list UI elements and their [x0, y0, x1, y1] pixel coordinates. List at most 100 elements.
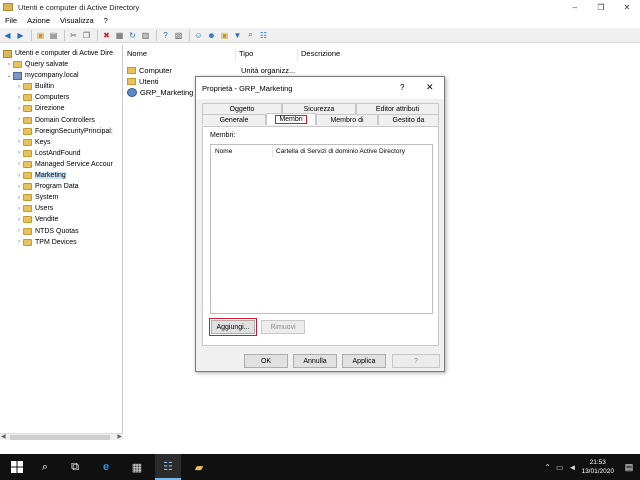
up-folder-icon[interactable]: ▣	[35, 30, 46, 41]
chevron-right-icon[interactable]: ›	[15, 239, 23, 245]
chevron-right-icon[interactable]: ›	[15, 117, 23, 123]
add-to-group-icon[interactable]: ☷	[258, 30, 269, 41]
tree-item[interactable]: › Users	[15, 203, 53, 214]
list-item[interactable]: GRP_Marketing	[127, 87, 193, 98]
tree-item[interactable]: › ForeignSecurityPrincipal:	[15, 126, 113, 137]
tree-item[interactable]: › Direzione	[15, 103, 65, 114]
tree-item[interactable]: › Managed Service Accour	[15, 159, 113, 170]
export-icon[interactable]: ▥	[140, 30, 151, 41]
edge-browser-icon[interactable]: e	[93, 454, 119, 480]
dialog-close-icon[interactable]: ✕	[426, 82, 434, 93]
tree-item[interactable]: › Program Data	[15, 181, 79, 192]
tree-item[interactable]: › Keys	[15, 137, 51, 148]
add-member-button[interactable]: Aggiungi...	[209, 318, 257, 336]
ok-button[interactable]: OK	[244, 354, 288, 368]
chevron-right-icon[interactable]: ›	[15, 95, 23, 101]
chevron-right-icon[interactable]: ›	[15, 195, 23, 201]
task-view-icon[interactable]: ⧉	[62, 454, 88, 480]
ad-users-computers-taskbar-icon[interactable]: ☷	[155, 454, 181, 480]
cut-icon[interactable]: ✂	[68, 30, 79, 41]
tree-item[interactable]: › Marketing	[15, 170, 66, 181]
members-column-nome[interactable]: Nome	[215, 148, 232, 155]
scrollbar-thumb[interactable]	[10, 435, 110, 440]
properties-icon[interactable]: ▦	[114, 30, 125, 41]
list-item[interactable]: Utenti	[127, 76, 159, 87]
chevron-right-icon[interactable]: ›	[15, 161, 23, 167]
file-explorer-icon[interactable]: ▰	[186, 454, 212, 480]
refresh-icon[interactable]: ↻	[127, 30, 138, 41]
help-button[interactable]: ?	[392, 354, 440, 368]
tree-item[interactable]: › Domain Controllers	[15, 115, 95, 126]
view-icon[interactable]: ▧	[173, 30, 184, 41]
new-ou-icon[interactable]: ▣	[219, 30, 230, 41]
chevron-down-icon[interactable]: ⌄	[5, 72, 13, 79]
filter-icon[interactable]: ▼	[232, 30, 243, 41]
chevron-right-icon[interactable]: ›	[15, 128, 23, 134]
tab-editor-attributi[interactable]: Editor attributi	[356, 103, 439, 114]
chevron-right-icon[interactable]: ›	[15, 150, 23, 156]
scroll-left-icon[interactable]: ◀	[1, 433, 6, 440]
chevron-right-icon[interactable]: ›	[15, 228, 23, 234]
close-window-button[interactable]: ✕	[614, 0, 640, 14]
chevron-right-icon[interactable]: ›	[15, 184, 23, 190]
tab-gestito-da[interactable]: Gestito da	[378, 114, 439, 125]
tree-horizontal-scrollbar[interactable]: ◀ ▶	[0, 433, 123, 440]
tree-item[interactable]: › NTDS Quotas	[15, 226, 79, 237]
chevron-right-icon[interactable]: ›	[15, 206, 23, 212]
dialog-help-icon[interactable]: ?	[400, 83, 404, 92]
forward-icon[interactable]: ▶	[15, 30, 26, 41]
tree-item[interactable]: ⌄ mycompany.local	[5, 70, 79, 81]
menu-help[interactable]: ?	[99, 16, 113, 25]
minimize-button[interactable]: –	[562, 0, 588, 14]
menu-file[interactable]: File	[0, 16, 22, 25]
menu-visualizza[interactable]: Visualizza	[55, 16, 99, 25]
cancel-button[interactable]: Annulla	[293, 354, 337, 368]
restore-button[interactable]: ❐	[588, 0, 614, 14]
chevron-right-icon[interactable]: ›	[15, 173, 23, 179]
column-divider[interactable]	[272, 146, 273, 157]
notifications-icon[interactable]: ▤	[622, 460, 636, 474]
server-manager-icon[interactable]: ▦	[124, 454, 150, 480]
scroll-right-icon[interactable]: ▶	[117, 433, 122, 440]
tab-membri[interactable]: Membri	[266, 113, 316, 125]
tree-item[interactable]: › TPM Devices	[15, 237, 77, 248]
tree-item[interactable]: › Builtin	[15, 81, 54, 92]
column-descrizione[interactable]: Descrizione	[298, 49, 378, 61]
tree-item[interactable]: › Query salvate	[5, 59, 68, 70]
back-icon[interactable]: ◀	[2, 30, 13, 41]
find-icon[interactable]: ⌕	[245, 30, 256, 41]
delete-icon[interactable]: ✖	[101, 30, 112, 41]
tree-item[interactable]: › LostAndFound	[15, 148, 81, 159]
help-icon[interactable]: ?	[160, 30, 171, 41]
menu-azione[interactable]: Azione	[22, 16, 55, 25]
chevron-right-icon[interactable]: ›	[15, 106, 23, 112]
members-list[interactable]: Nome Cartella di Servizi di dominio Acti…	[210, 144, 433, 314]
network-icon[interactable]: ▭	[556, 463, 564, 472]
copy-icon[interactable]: ❐	[81, 30, 92, 41]
tab-membro-di[interactable]: Membro di	[316, 114, 378, 125]
column-nome[interactable]: Nome	[124, 49, 236, 61]
tree-item[interactable]: › System	[15, 192, 58, 203]
apply-button[interactable]: Applica	[342, 354, 386, 368]
chevron-right-icon[interactable]: ›	[15, 139, 23, 145]
tab-generale[interactable]: Generale	[202, 114, 266, 125]
windows-start-icon[interactable]	[4, 454, 30, 480]
chevron-right-icon[interactable]: ›	[15, 84, 23, 90]
column-tipo[interactable]: Tipo	[236, 49, 298, 61]
new-user-icon[interactable]: ☺	[193, 30, 204, 41]
console-tree-icon[interactable]: ▤	[48, 30, 59, 41]
volume-icon[interactable]: ◄	[569, 463, 577, 472]
list-item[interactable]: Computer Unità organizz...	[127, 65, 295, 76]
clock[interactable]: 21:53 13/01/2020	[581, 458, 614, 476]
remove-member-button[interactable]: Rimuovi	[261, 320, 305, 334]
tree-root[interactable]: Utenti e computer di Active Dire	[3, 48, 113, 59]
tree-item[interactable]: › Vendite	[15, 214, 58, 225]
chevron-up-icon[interactable]: ⌃	[544, 463, 551, 472]
search-icon[interactable]: ⌕	[32, 454, 58, 480]
members-column-cartella[interactable]: Cartella di Servizi di dominio Active Di…	[276, 148, 405, 155]
new-group-icon[interactable]: ☻	[206, 30, 217, 41]
chevron-right-icon[interactable]: ›	[15, 217, 23, 223]
chevron-right-icon[interactable]: ›	[5, 62, 13, 68]
tree-item[interactable]: › Computers	[15, 92, 69, 103]
console-tree-pane[interactable]: Utenti e computer di Active Dire › Query …	[0, 45, 123, 440]
